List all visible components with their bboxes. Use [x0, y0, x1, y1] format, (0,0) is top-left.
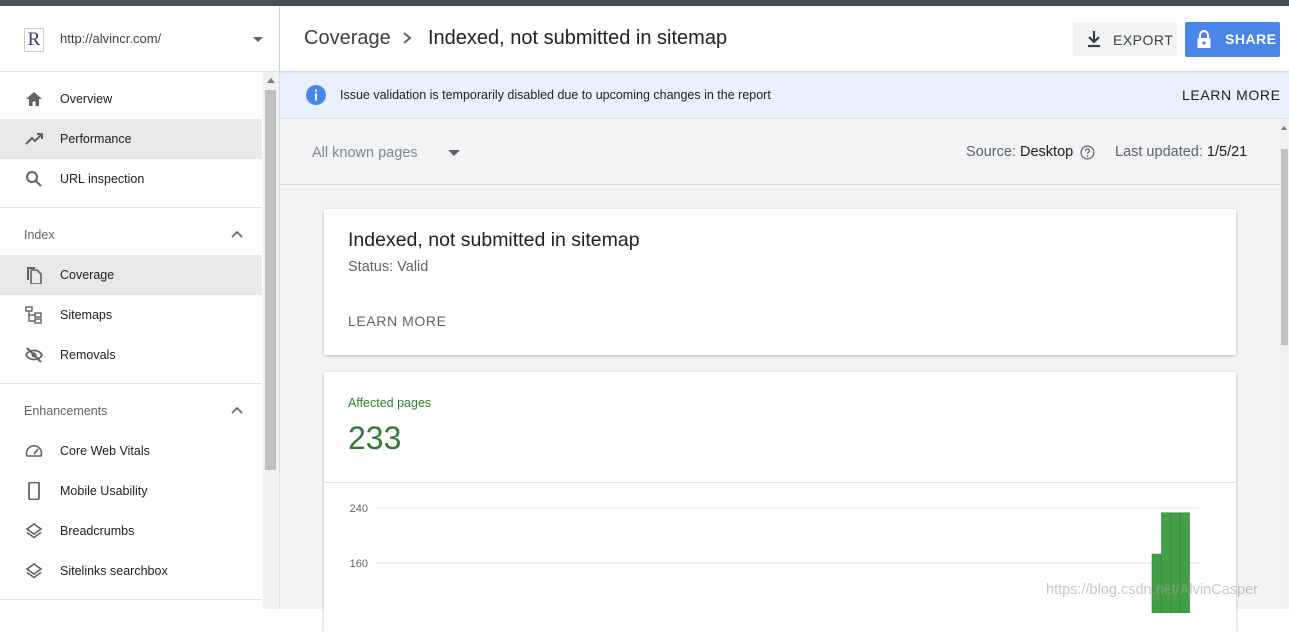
source-label: Source: — [966, 144, 1016, 160]
sidebar-item-url-inspection[interactable]: URL inspection — [0, 159, 262, 199]
share-label: SHARE — [1225, 31, 1277, 47]
sidebar-scrollbar[interactable] — [263, 72, 279, 609]
download-icon — [1088, 31, 1100, 48]
sidebar-item-core-web-vitals[interactable]: Core Web Vitals — [0, 431, 262, 471]
banner-learn-more-link[interactable]: LEARN MORE — [1182, 87, 1281, 103]
status-card-title: Indexed, not submitted in sitemap — [348, 229, 640, 251]
chevron-up-icon — [231, 406, 243, 414]
breadcrumb-coverage[interactable]: Coverage — [304, 27, 391, 50]
sidebar-item-label: Sitelinks searchbox — [60, 564, 168, 578]
page-header: Coverage Indexed, not submitted in sitem… — [280, 6, 1289, 71]
chevron-right-icon — [403, 32, 412, 44]
scrollbar-thumb[interactable] — [1281, 149, 1288, 345]
status-card: Indexed, not submitted in sitemap Status… — [324, 209, 1236, 355]
trending-up-icon — [25, 133, 43, 145]
last-updated: Last updated: 1/5/21 — [1115, 144, 1247, 160]
sidebar-item-label: Coverage — [60, 268, 115, 282]
sidebar-item-label: Removals — [60, 348, 116, 362]
affected-pages-count: 233 — [348, 420, 402, 456]
sidebar-item-label: Sitemaps — [60, 308, 113, 322]
sidebar-item-label: Overview — [60, 92, 113, 106]
scroll-up-arrow-icon[interactable] — [267, 78, 275, 83]
filter-bar: All known pages Source: Desktop Last upd… — [280, 119, 1280, 185]
sidebar-item-performance[interactable]: Performance — [0, 119, 262, 159]
info-icon — [306, 85, 326, 105]
status-learn-more-link[interactable]: LEARN MORE — [348, 313, 447, 329]
sidebar-item-sitemaps[interactable]: Sitemaps — [0, 295, 262, 335]
last-updated-label: Last updated: — [1115, 144, 1203, 160]
dropdown-arrow-icon[interactable] — [253, 37, 263, 42]
main-content: All known pages Source: Desktop Last upd… — [280, 119, 1280, 632]
export-label: EXPORT — [1113, 32, 1174, 48]
scrollbar-thumb[interactable] — [265, 90, 276, 470]
property-logo: R — [24, 28, 44, 52]
sidebar-divider — [0, 207, 262, 208]
smartphone-icon — [28, 482, 40, 500]
sidebar-item-label: Breadcrumbs — [60, 524, 135, 538]
affected-pages-label: Affected pages — [348, 396, 432, 410]
sidebar-item-sitelinks-searchbox[interactable]: Sitelinks searchbox — [0, 551, 262, 591]
dropdown-arrow-icon[interactable] — [448, 150, 460, 156]
y-tick-label: 160 — [350, 558, 368, 570]
sidebar-item-overview[interactable]: Overview — [0, 79, 262, 119]
watermark-text: https://blog.csdn.net/AlvinCasper — [1046, 582, 1258, 598]
source-info: Source: Desktop — [966, 144, 1073, 160]
help-icon[interactable] — [1080, 145, 1095, 160]
sidebar-divider — [0, 383, 262, 384]
status-text: Status: Valid — [348, 259, 429, 275]
chevron-up-icon — [231, 230, 243, 238]
section-header-index[interactable]: Index — [0, 215, 262, 255]
copy-pages-icon — [27, 267, 42, 284]
info-banner: Issue validation is temporarily disabled… — [280, 71, 1289, 119]
main-scrollbar[interactable] — [1280, 119, 1289, 609]
share-button[interactable]: SHARE — [1185, 22, 1280, 57]
speedometer-icon — [25, 445, 43, 457]
sidebar-item-label: Mobile Usability — [60, 484, 148, 498]
property-url: http://alvincr.com/ — [60, 31, 162, 46]
eye-off-icon — [24, 347, 44, 363]
last-updated-value: 1/5/21 — [1206, 144, 1248, 160]
sidebar-item-coverage[interactable]: Coverage — [0, 255, 262, 295]
scroll-up-arrow-icon[interactable] — [1281, 126, 1287, 130]
section-header-enhancements[interactable]: Enhancements — [0, 391, 262, 431]
sidebar-item-breadcrumbs[interactable]: Breadcrumbs — [0, 511, 262, 551]
section-title: Index — [24, 228, 55, 242]
layers-icon — [25, 563, 43, 579]
source-value: Desktop — [1020, 144, 1074, 160]
sidebar: R http://alvincr.com/ Overview Performan… — [0, 6, 280, 609]
sidebar-item-label: Performance — [60, 132, 132, 146]
y-tick-label: 240 — [350, 503, 368, 515]
sitemap-icon — [25, 306, 42, 324]
sidebar-item-label: Core Web Vitals — [60, 444, 150, 458]
sidebar-item-mobile-usability[interactable]: Mobile Usability — [0, 471, 262, 511]
sidebar-divider — [0, 599, 262, 600]
home-icon — [26, 92, 42, 106]
sidebar-item-label: URL inspection — [60, 172, 145, 186]
pages-filter-dropdown[interactable]: All known pages — [312, 145, 418, 161]
page-title: Indexed, not submitted in sitemap — [428, 27, 728, 49]
property-selector[interactable]: R http://alvincr.com/ — [0, 6, 279, 72]
section-title: Enhancements — [24, 404, 108, 418]
sidebar-item-removals[interactable]: Removals — [0, 335, 262, 375]
banner-message: Issue validation is temporarily disabled… — [340, 88, 771, 102]
lock-icon — [1197, 30, 1211, 48]
search-icon — [26, 171, 42, 187]
export-button[interactable]: EXPORT — [1073, 22, 1177, 56]
layers-icon — [25, 523, 43, 539]
